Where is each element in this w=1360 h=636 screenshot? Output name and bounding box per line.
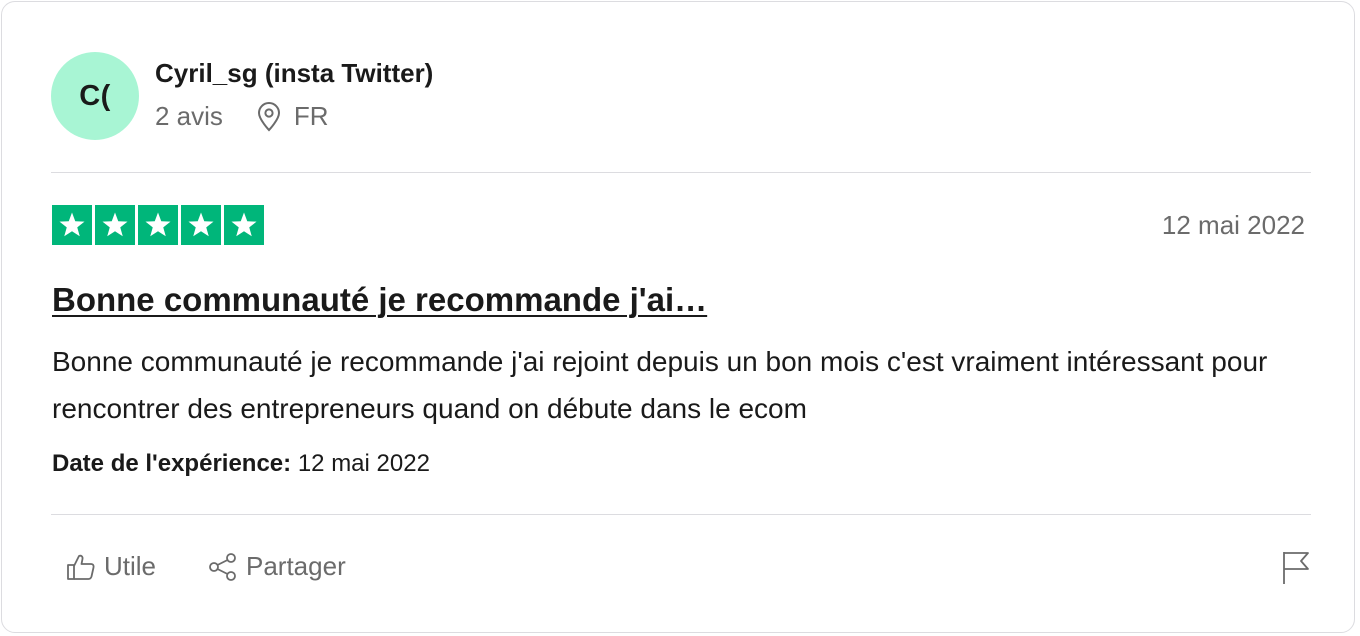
author-country: FR [293, 101, 329, 131]
author-name[interactable]: Cyril_sg (insta Twitter) [155, 58, 433, 89]
review-date: 12 mai 2022 [1161, 210, 1305, 240]
location-pin-icon [256, 101, 282, 132]
report-button[interactable] [1281, 550, 1311, 586]
useful-button[interactable]: Utile [66, 551, 156, 582]
review-text: Bonne communauté je recommande j'ai rejo… [52, 346, 1268, 424]
author-review-count: 2 avis [155, 101, 223, 131]
divider [51, 172, 1311, 173]
star-icon [224, 205, 264, 245]
divider [51, 514, 1311, 515]
share-icon [208, 552, 238, 582]
avatar[interactable]: C( [51, 52, 139, 140]
avatar-initials: C( [79, 79, 111, 112]
star-icon [138, 205, 178, 245]
star-rating [52, 205, 264, 245]
thumbs-up-icon [66, 552, 96, 582]
useful-label: Utile [104, 551, 157, 581]
experience-date-label: Date de l'expérience: [52, 450, 292, 477]
review-card: C( Cyril_sg (insta Twitter) 2 avis FR 12… [1, 1, 1355, 633]
experience-date-value: 12 mai 2022 [297, 450, 430, 477]
experience-date: Date de l'expérience: 12 mai 2022 [52, 450, 430, 478]
flag-icon [1281, 550, 1311, 586]
share-button[interactable]: Partager [208, 551, 346, 582]
star-icon [52, 205, 92, 245]
author-meta: 2 avis FR [155, 101, 329, 132]
share-label: Partager [246, 551, 346, 581]
review-title[interactable]: Bonne communauté je recommande j'ai… [52, 281, 707, 319]
star-icon [95, 205, 135, 245]
star-icon [181, 205, 221, 245]
